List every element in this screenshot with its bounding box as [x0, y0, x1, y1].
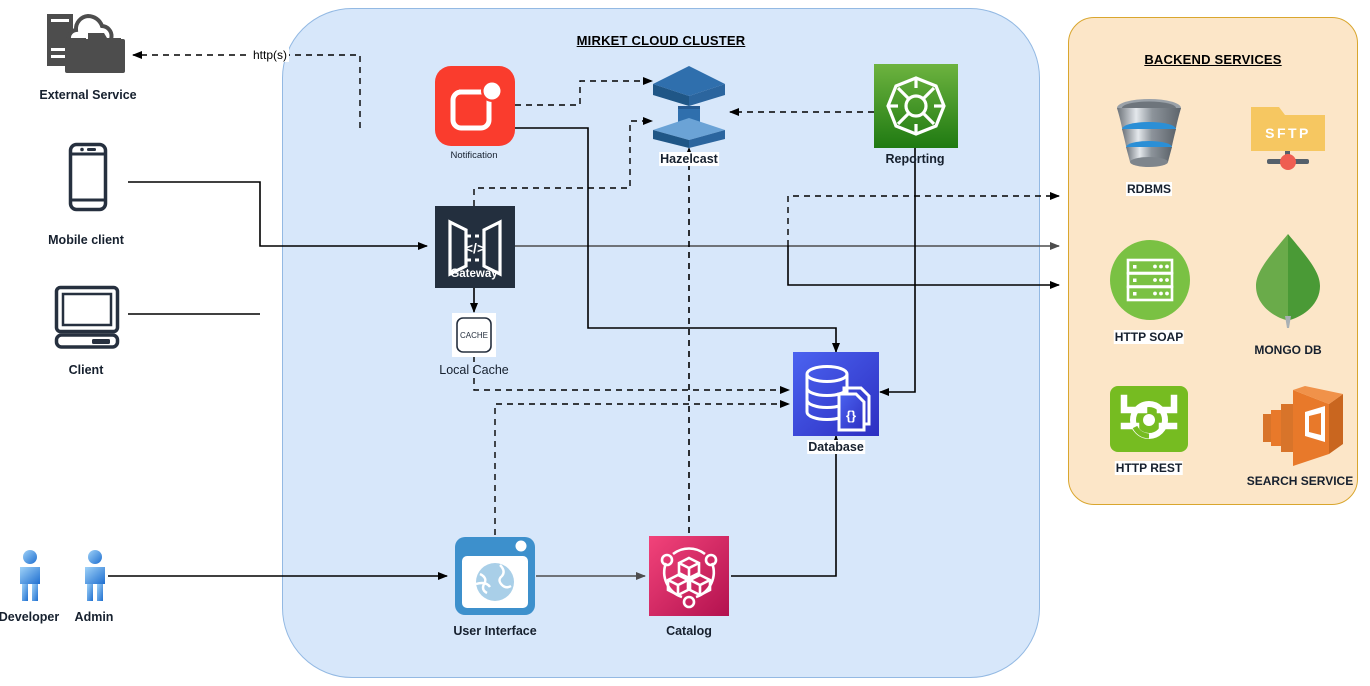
- node-external-service[interactable]: [40, 8, 136, 80]
- node-developer[interactable]: [13, 549, 47, 603]
- label-http-soap: HTTP SOAP: [1113, 330, 1185, 344]
- label-local-cache: Local Cache: [439, 363, 509, 377]
- svg-text:</>: </>: [465, 240, 485, 256]
- node-http-rest[interactable]: [1110, 386, 1188, 452]
- node-catalog[interactable]: [649, 536, 729, 616]
- sftp-inner-text: SFTP: [1265, 125, 1311, 141]
- node-mongo-db[interactable]: [1250, 232, 1326, 328]
- server-cloud-folder-icon: [47, 13, 125, 73]
- cache-inner-text: CACHE: [460, 331, 488, 340]
- label-mongo-db: MONGO DB: [1254, 343, 1322, 357]
- notification-app-icon: [435, 66, 515, 146]
- backend-panel-title: BACKEND SERVICES: [1144, 52, 1282, 67]
- node-reporting[interactable]: [874, 64, 958, 148]
- node-client[interactable]: [54, 285, 120, 349]
- browser-globe-icon: [455, 537, 535, 615]
- node-mobile-client[interactable]: [68, 142, 108, 212]
- node-admin[interactable]: [78, 549, 112, 603]
- label-rdbms: RDBMS: [1126, 182, 1172, 196]
- label-client: Client: [68, 363, 104, 377]
- label-admin: Admin: [74, 610, 114, 624]
- label-catalog: Catalog: [666, 624, 712, 638]
- node-local-cache[interactable]: CACHE: [452, 313, 496, 357]
- cache-icon: CACHE: [452, 313, 496, 357]
- rdbms-cylinder-icon: [1117, 99, 1181, 167]
- node-rdbms[interactable]: [1110, 95, 1188, 175]
- node-http-soap[interactable]: [1110, 240, 1190, 320]
- catalog-cubes-icon: [649, 536, 729, 616]
- label-notification: Notification: [450, 150, 498, 161]
- label-http-rest: HTTP REST: [1114, 461, 1184, 475]
- soap-server-icon: [1110, 240, 1190, 320]
- label-mobile-client: Mobile client: [48, 233, 124, 247]
- actor-person-icon: [20, 550, 40, 601]
- database-code-icon: {}: [793, 352, 879, 436]
- hazelcast-icon: [653, 66, 725, 148]
- svg-text:{}: {}: [846, 408, 856, 423]
- architecture-diagram: MIRKET CLOUD CLUSTER BACKEND SERVICES Ex…: [0, 0, 1370, 686]
- actor-person-icon: [85, 550, 105, 601]
- label-search-service: SEARCH SERVICE: [1246, 474, 1354, 488]
- search-service-icon: [1263, 386, 1343, 466]
- label-user-interface: User Interface: [453, 624, 537, 638]
- mongodb-leaf-icon: [1256, 234, 1320, 328]
- desktop-computer-icon: [54, 285, 120, 349]
- sftp-folder-icon: SFTP: [1251, 107, 1325, 170]
- node-database[interactable]: {}: [793, 352, 879, 436]
- node-user-interface[interactable]: [454, 536, 536, 616]
- smartphone-icon: [68, 142, 108, 212]
- node-sftp[interactable]: SFTP: [1247, 95, 1329, 175]
- label-developer: Developer: [0, 610, 60, 624]
- label-external-service: External Service: [39, 88, 137, 102]
- node-notification[interactable]: [435, 66, 515, 146]
- reporting-network-icon: [874, 64, 958, 148]
- rest-api-icon: [1110, 386, 1188, 452]
- label-gateway: Gateway: [450, 268, 498, 280]
- label-reporting: Reporting: [885, 152, 945, 166]
- node-search-service[interactable]: [1253, 386, 1345, 468]
- wire-label-https: http(s): [251, 48, 290, 62]
- cluster-panel-title: MIRKET CLOUD CLUSTER: [576, 33, 746, 48]
- node-hazelcast[interactable]: [649, 62, 729, 148]
- label-hazelcast: Hazelcast: [659, 152, 719, 166]
- label-database: Database: [807, 440, 865, 454]
